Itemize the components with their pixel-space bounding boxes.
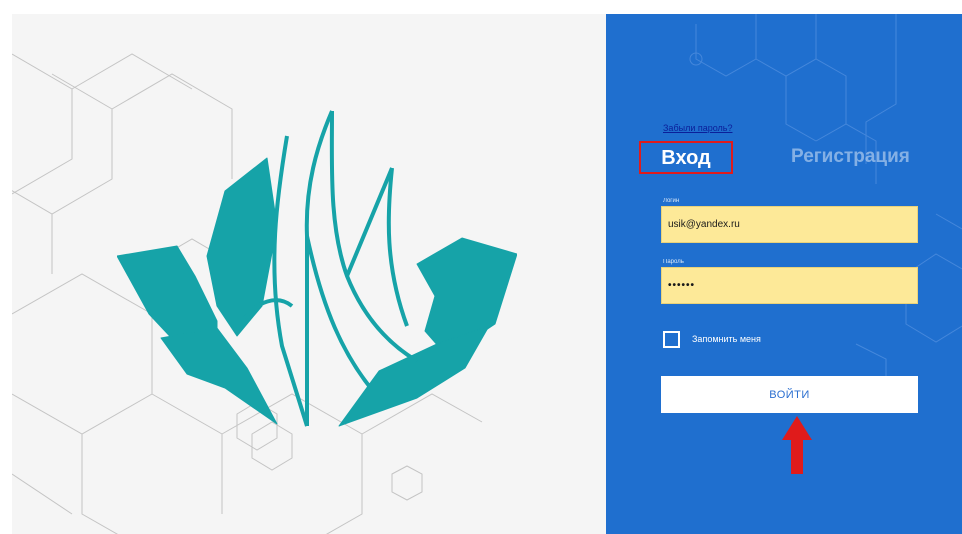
red-arrow-up-icon — [782, 416, 812, 474]
login-submit-button[interactable]: ВОЙТИ — [661, 376, 918, 413]
remember-me-label: Запомнить меня — [692, 334, 761, 344]
forgot-password-link[interactable]: Забыли пароль? — [663, 123, 732, 133]
login-field-label: Логин — [663, 198, 680, 204]
password-input[interactable] — [661, 267, 918, 304]
logo-book-flame-icon — [117, 110, 517, 427]
remember-me-checkbox[interactable] — [663, 331, 680, 348]
login-input[interactable] — [661, 206, 918, 243]
left-illustration-panel — [12, 14, 606, 534]
login-panel: Забыли пароль? Вход Регистрация Логин Па… — [606, 14, 962, 534]
password-field-label: Пароль — [663, 259, 684, 265]
tab-login[interactable]: Вход — [639, 141, 733, 174]
tab-register[interactable]: Регистрация — [791, 144, 910, 170]
